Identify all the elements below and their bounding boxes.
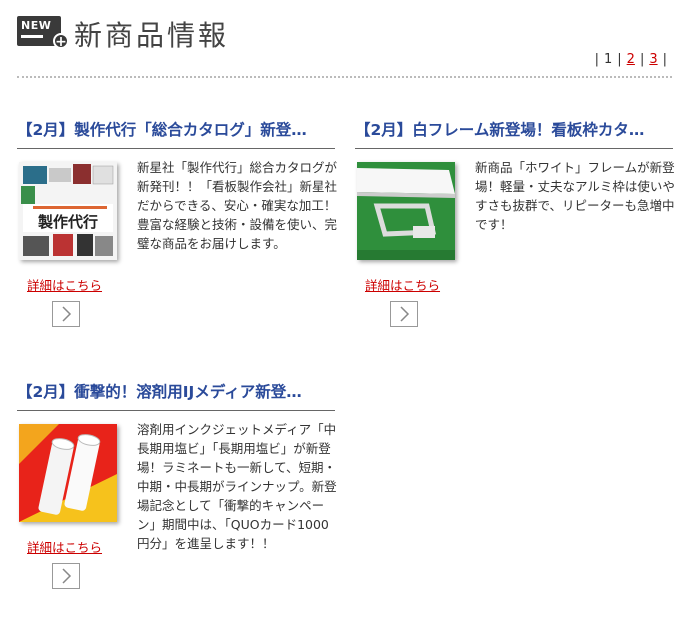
divider — [355, 148, 673, 149]
white-frame-thumbnail[interactable] — [357, 162, 455, 260]
pagination: | 1 | 2 | 3 | — [594, 52, 667, 67]
chevron-right-icon[interactable] — [390, 301, 418, 327]
page-link-3[interactable]: 3 — [649, 52, 657, 67]
catalog-thumbnail[interactable]: 製作代行 — [19, 162, 117, 260]
catalog-thumbnail-title: 製作代行 — [37, 213, 98, 231]
news-item-description: 新商品「ホワイト」フレームが新登場！軽量・丈夫なアルミ枠は使いやすさも抜群で、リ… — [475, 160, 675, 232]
chevron-right-icon[interactable] — [52, 301, 80, 327]
details-link[interactable]: 詳細はこちら — [365, 275, 440, 294]
new-icon: NEW + — [17, 16, 69, 50]
media-rolls-thumbnail[interactable] — [19, 424, 117, 522]
page-current: 1 — [603, 52, 613, 67]
news-item-description: 新星社「製作代行」総合カタログが新発刊！！「看板製作会社」新星社だからできる、安… — [137, 160, 338, 251]
details-link[interactable]: 詳細はこちら — [27, 275, 102, 294]
details-link[interactable]: 詳細はこちら — [27, 537, 102, 556]
page-title: 新商品情報 — [74, 19, 230, 52]
divider — [17, 410, 335, 411]
news-item-title[interactable]: 【2月】製作代行「総合カタログ」新登… — [17, 119, 335, 141]
divider — [17, 148, 335, 149]
news-item-title[interactable]: 【2月】白フレーム新登場！看板枠カタ… — [355, 119, 673, 141]
news-item-description: 溶剤用インクジェットメディア「中長期用塩ビ」「長期用塩ビ」が新登場！ラミネートも… — [137, 422, 337, 551]
header-divider — [17, 76, 672, 78]
news-item: 【2月】白フレーム新登場！看板枠カタ… 新商品「ホワイト」フレームが新登場！軽量… — [355, 119, 675, 339]
news-item: 【2月】衝撃的！溶剤用IJメディア新登… 溶剤用インクジェットメディア「中長期用… — [17, 381, 337, 601]
news-item-title[interactable]: 【2月】衝撃的！溶剤用IJメディア新登… — [17, 381, 335, 403]
chevron-right-icon[interactable] — [52, 563, 80, 589]
news-item: 【2月】製作代行「総合カタログ」新登… 製作代行 新星社「製作代行」総合カタログ… — [17, 119, 338, 339]
new-icon-label: NEW — [21, 19, 52, 32]
page-link-2[interactable]: 2 — [627, 52, 635, 67]
